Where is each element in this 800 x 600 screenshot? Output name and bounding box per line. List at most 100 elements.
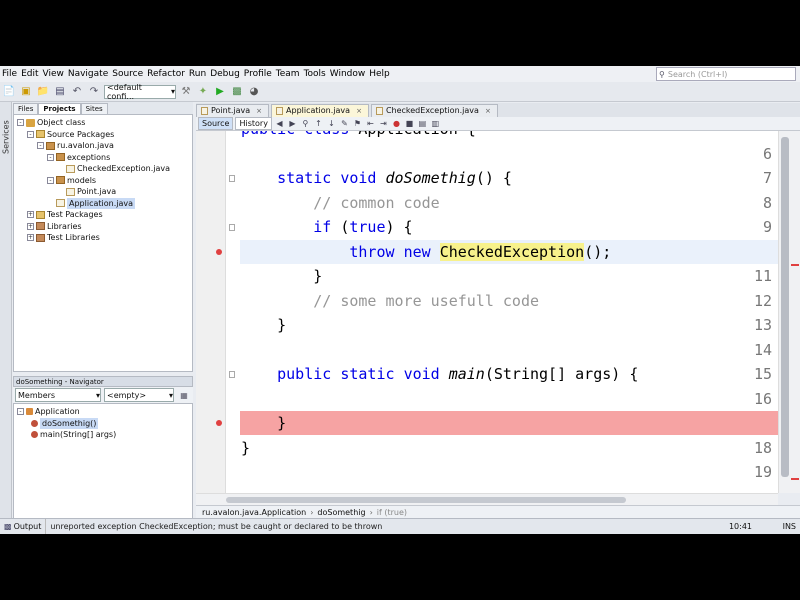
back-icon[interactable]: ◀ (274, 118, 285, 129)
build-icon[interactable]: ⚒ (179, 85, 193, 99)
shift-left-icon[interactable]: ⇤ (365, 118, 376, 129)
editor-tab-application[interactable]: Application.java × (271, 104, 369, 117)
editor-vertical-scrollbar[interactable] (778, 131, 800, 493)
history-view-button[interactable]: History (235, 117, 272, 130)
next-occurrence-icon[interactable]: ↓ (326, 118, 337, 129)
tree-item[interactable]: - models (47, 175, 96, 186)
collapse-icon[interactable]: - (37, 142, 44, 149)
uncomment-icon[interactable]: ▥ (430, 118, 441, 129)
collapse-icon[interactable]: - (47, 153, 54, 161)
tree-item[interactable]: + Libraries (27, 221, 82, 232)
toggle-highlight-icon[interactable]: ✎ (339, 118, 350, 129)
menu-item-window[interactable]: Window (328, 69, 368, 79)
expand-icon[interactable]: + (27, 234, 34, 241)
bookmark-icon[interactable]: ⚑ (352, 118, 363, 129)
editor-horizontal-scrollbar[interactable] (196, 493, 778, 505)
services-tab[interactable]: Services (1, 106, 11, 154)
menu-item-edit[interactable]: Edit (19, 69, 40, 79)
menu-item-debug[interactable]: Debug (208, 69, 242, 79)
collapse-icon[interactable]: - (47, 176, 54, 184)
tree-item[interactable]: + Test Packages (27, 209, 103, 220)
save-all-icon[interactable]: ▤ (53, 85, 67, 99)
tree-item[interactable]: CheckedException.java (57, 163, 170, 174)
menu-item-source[interactable]: Source (110, 69, 145, 79)
menu-item-file[interactable]: File (0, 69, 19, 79)
forward-icon[interactable]: ▶ (287, 118, 298, 129)
debug-icon[interactable]: ▩ (230, 85, 244, 99)
menu-item-team[interactable]: Team (274, 69, 302, 79)
search-input[interactable]: ⚲ Search (Ctrl+I) (656, 67, 796, 81)
expand-icon[interactable]: + (27, 222, 34, 230)
tree-item[interactable]: Application.java (47, 197, 136, 209)
navigator-item[interactable]: - Application (17, 406, 80, 417)
close-icon[interactable]: × (256, 105, 262, 117)
code-editor[interactable]: public class Application {6 7 static void… (196, 131, 778, 493)
navigator-options-icon[interactable]: ▦ (177, 388, 191, 402)
menu-item-tools[interactable]: Tools (302, 69, 328, 79)
menu-item-run[interactable]: Run (187, 69, 208, 79)
fold-toggle-icon[interactable] (229, 175, 235, 182)
filter-select[interactable]: <empty> ▾ (104, 388, 174, 402)
clean-build-icon[interactable]: ✦ (196, 85, 210, 99)
code-line[interactable]: // some more usefull code (241, 289, 539, 313)
tree-item[interactable]: - exceptions (47, 152, 110, 163)
code-line[interactable]: public static void main(String[] args) { (241, 362, 638, 386)
error-marker[interactable] (791, 264, 799, 266)
menu-item-navigate[interactable]: Navigate (66, 69, 110, 79)
fold-toggle-icon[interactable] (229, 224, 235, 231)
tree-item[interactable]: - Object class (17, 117, 85, 128)
expand-icon[interactable]: + (27, 211, 34, 218)
menu-item-profile[interactable]: Profile (242, 69, 274, 79)
breadcrumb-item[interactable]: doSomethig (317, 508, 365, 517)
tree-item[interactable]: - Source Packages (27, 129, 114, 140)
menu-item-help[interactable]: Help (367, 69, 392, 79)
code-line[interactable]: } (241, 411, 286, 435)
collapse-icon[interactable]: - (17, 119, 24, 126)
navigator-item[interactable]: doSomethig() (31, 417, 99, 429)
profile-icon[interactable]: ◕ (247, 85, 261, 99)
tree-item[interactable]: Point.java (57, 186, 116, 197)
fold-toggle-icon[interactable] (229, 371, 235, 378)
comment-icon[interactable]: ▤ (417, 118, 428, 129)
start-macro-icon[interactable]: ● (391, 118, 402, 129)
breadcrumb-item[interactable]: ru.avalon.java.Application (202, 508, 306, 517)
tree-item[interactable]: + Test Libraries (27, 232, 100, 243)
scroll-thumb[interactable] (781, 137, 789, 477)
undo-icon[interactable]: ↶ (70, 85, 84, 99)
open-project-icon[interactable]: 📁 (36, 85, 50, 99)
error-marker[interactable] (791, 478, 799, 480)
tree-item[interactable]: - ru.avalon.java (37, 140, 114, 151)
panel-tab-files[interactable]: Files (13, 103, 39, 114)
menu-item-refactor[interactable]: Refactor (145, 69, 187, 79)
panel-tab-projects[interactable]: Projects (38, 103, 81, 114)
stop-macro-icon[interactable]: ■ (404, 118, 415, 129)
editor-tab-point[interactable]: Point.java × (196, 104, 270, 117)
source-view-button[interactable]: Source (198, 117, 234, 130)
close-icon[interactable]: × (356, 105, 362, 117)
code-line[interactable]: static void doSomethig() { (241, 166, 512, 190)
editor-tab-checkedexception[interactable]: CheckedException.java × (370, 104, 498, 117)
output-tab[interactable]: ▩ Output (0, 519, 47, 534)
code-line[interactable]: throw new CheckedException(); (241, 240, 611, 264)
config-select[interactable]: <default confi... ▾ (104, 83, 176, 101)
error-badge-icon[interactable] (216, 248, 222, 255)
breadcrumb-item[interactable]: if (true) (377, 508, 407, 517)
members-select[interactable]: Members ▾ (15, 388, 101, 402)
collapse-icon[interactable]: - (17, 408, 24, 415)
code-line[interactable]: public class Application { (241, 131, 476, 141)
code-line[interactable]: // common code (241, 191, 439, 215)
run-icon[interactable]: ▶ (213, 85, 227, 99)
menu-item-view[interactable]: View (41, 69, 66, 79)
new-file-icon[interactable]: 📄 (2, 85, 16, 99)
scroll-thumb[interactable] (226, 497, 626, 503)
error-badge-icon[interactable] (216, 420, 222, 426)
code-line[interactable]: } (241, 264, 322, 288)
find-icon[interactable]: ⚲ (300, 118, 311, 129)
redo-icon[interactable]: ↷ (87, 85, 101, 99)
prev-occurrence-icon[interactable]: ↑ (313, 118, 324, 129)
code-line[interactable]: if (true) { (241, 215, 412, 239)
shift-right-icon[interactable]: ⇥ (378, 118, 389, 129)
panel-tab-sites[interactable]: Sites (80, 103, 108, 114)
code-line[interactable]: } (241, 436, 250, 460)
new-project-icon[interactable]: ▣ (19, 85, 33, 99)
